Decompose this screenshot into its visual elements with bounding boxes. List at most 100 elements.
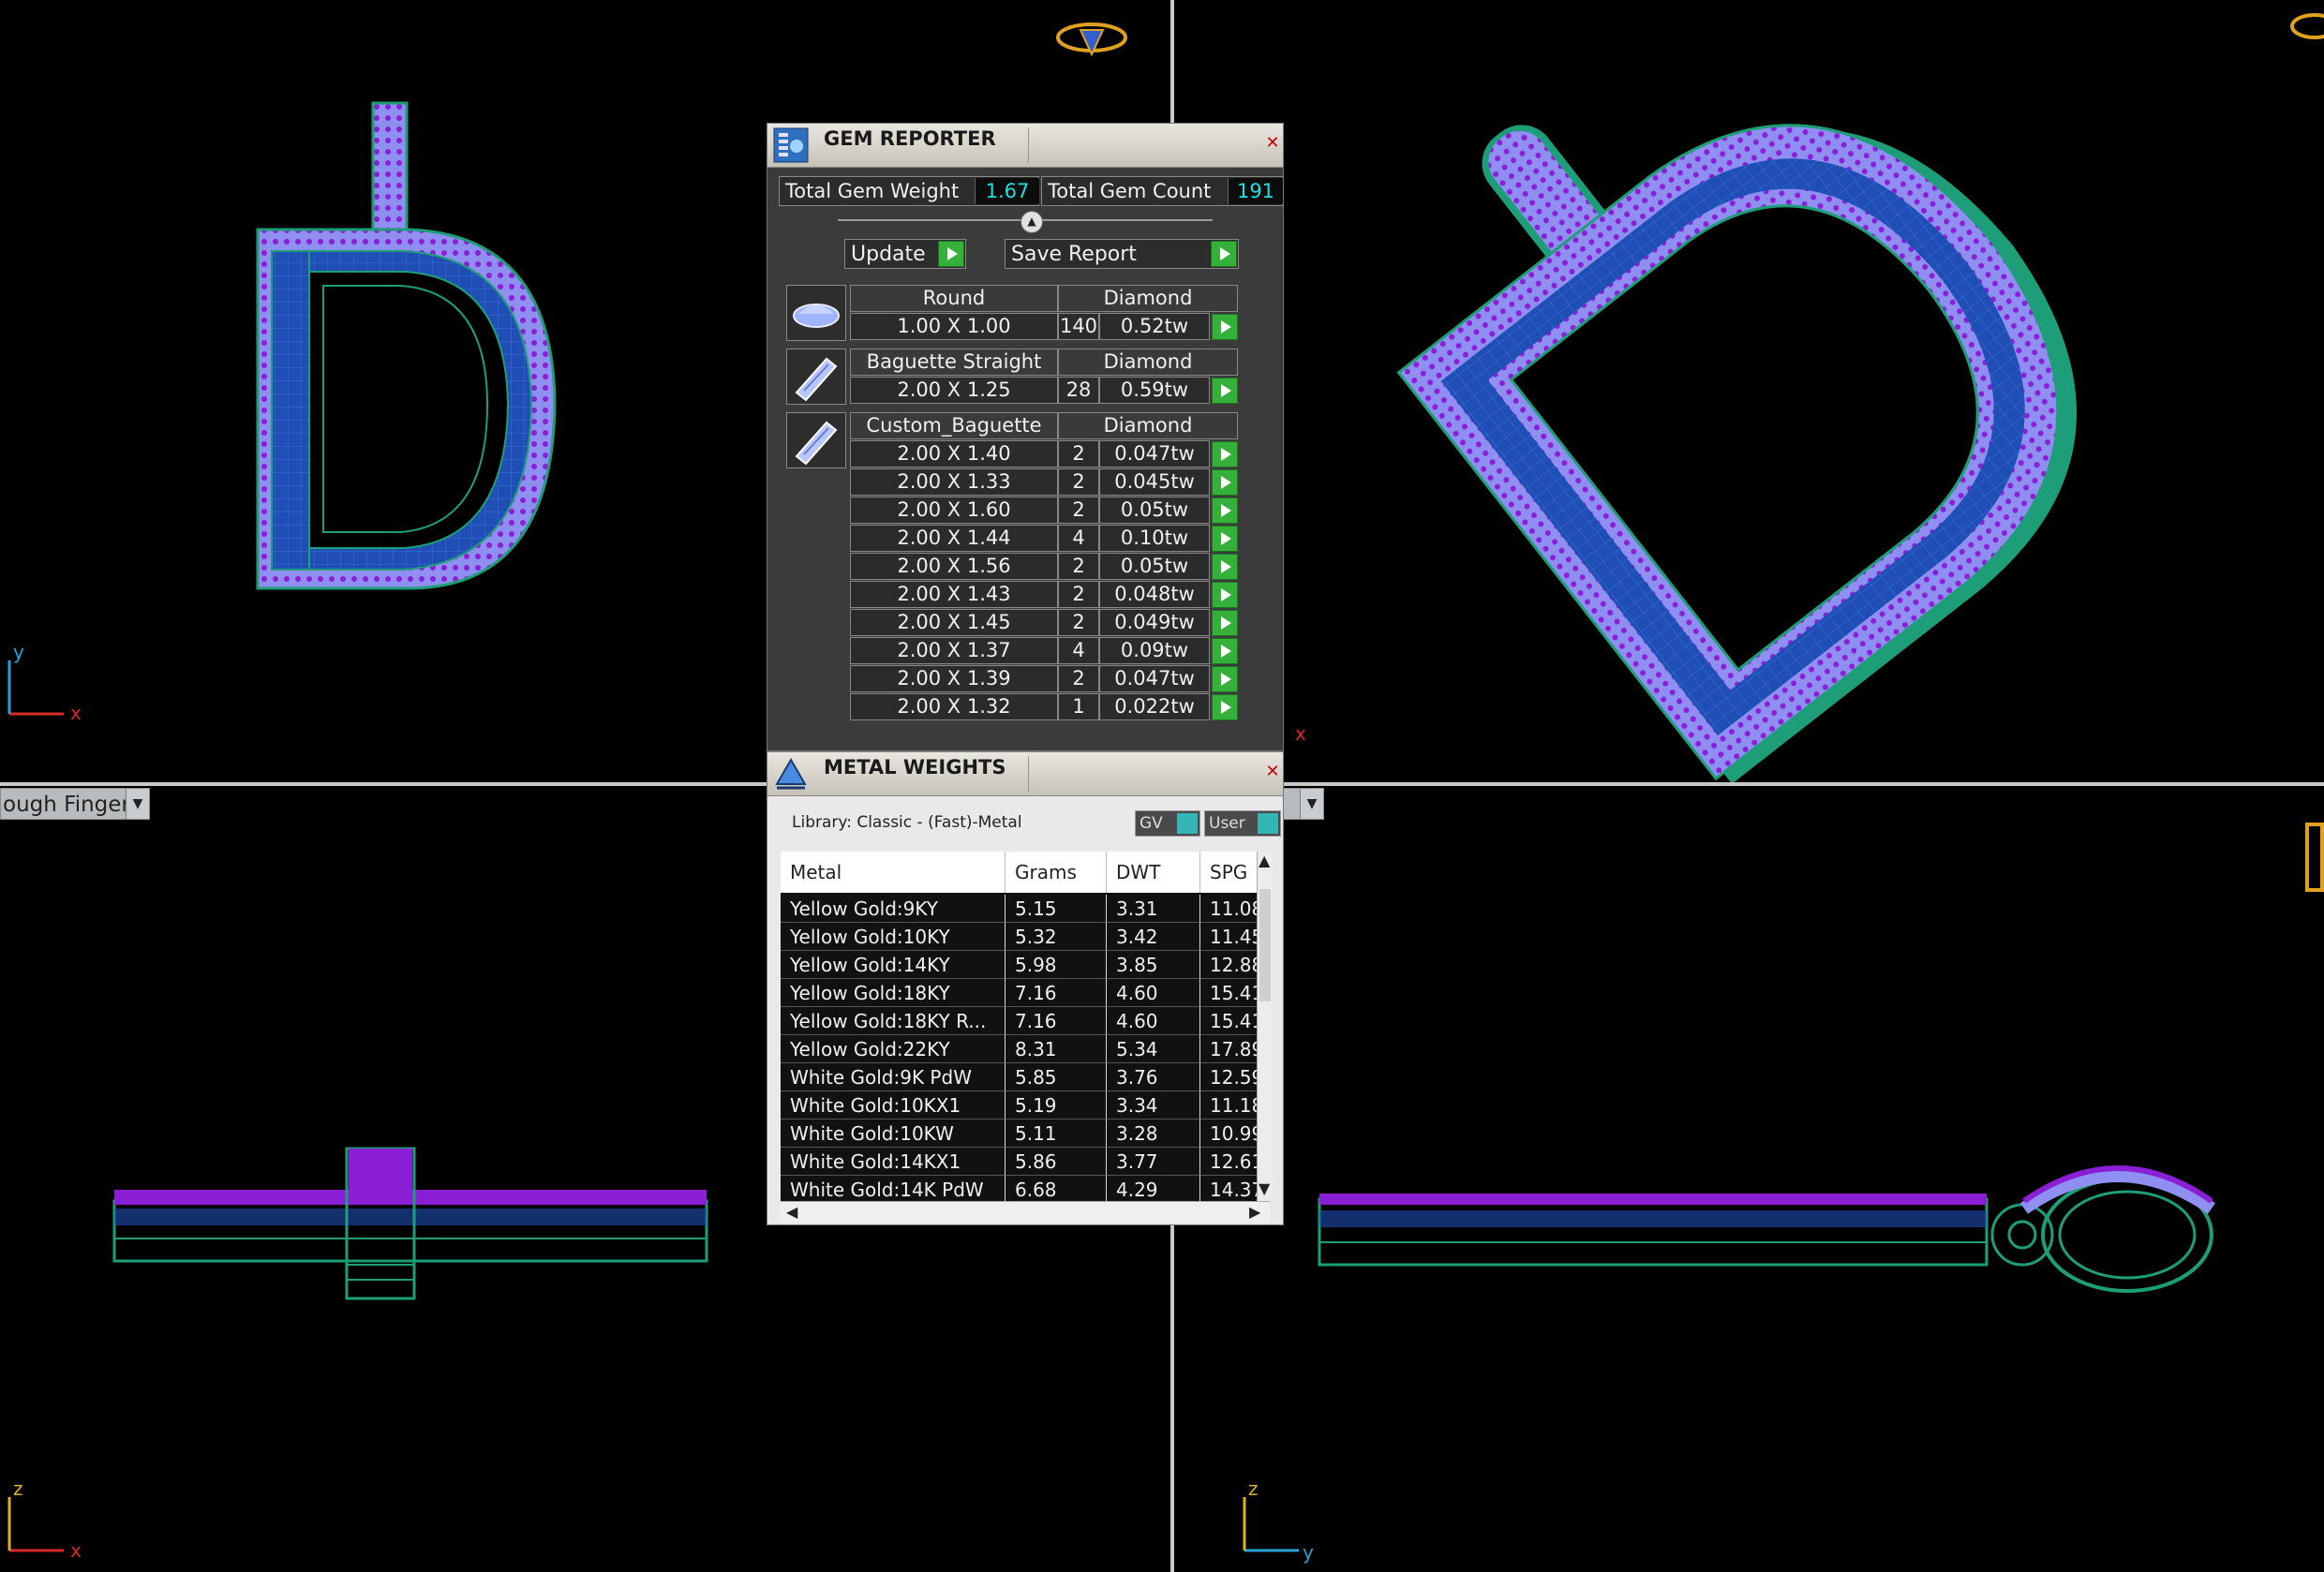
baguette-gem-icon[interactable] xyxy=(786,349,846,405)
gem-size: 2.00 X 1.25 xyxy=(850,377,1058,404)
table-cell: Yellow Gold:10KY xyxy=(781,923,1006,951)
table-row[interactable]: Yellow Gold:14KY 5.98 3.85 12.88 xyxy=(781,951,1270,979)
custom-baguette-gem-icon[interactable] xyxy=(786,412,846,468)
table-row[interactable]: White Gold:10KW 5.11 3.28 10.99 xyxy=(781,1120,1270,1148)
pendant-perspective-view xyxy=(1396,124,2078,784)
table-cell: 7.16 xyxy=(1006,1007,1107,1035)
play-icon[interactable] xyxy=(1212,694,1238,720)
gem-size: 2.00 X 1.40 xyxy=(850,440,1058,467)
play-icon[interactable] xyxy=(1212,497,1238,524)
play-icon[interactable] xyxy=(1211,241,1237,267)
play-icon[interactable] xyxy=(1212,666,1238,692)
play-icon[interactable] xyxy=(1212,526,1238,552)
table-cell: 5.19 xyxy=(1006,1091,1107,1120)
play-icon[interactable] xyxy=(1212,314,1238,340)
view-cube-icon xyxy=(1056,22,1127,57)
table-cell: 5.85 xyxy=(1006,1063,1107,1091)
gem-reporter-header[interactable]: GEM REPORTER ✕ xyxy=(767,124,1283,168)
table-row[interactable]: White Gold:14K PdW 6.68 4.29 14.37 xyxy=(781,1176,1270,1201)
round-gem-icon[interactable] xyxy=(786,285,846,341)
save-report-label: Save Report xyxy=(1011,243,1137,266)
table-cell: White Gold:14KX1 xyxy=(781,1148,1006,1176)
scroll-left-icon[interactable]: ◀ xyxy=(786,1203,797,1221)
gem-weight: 0.09tw xyxy=(1099,637,1210,664)
table-row[interactable]: Yellow Gold:18KY 7.16 4.60 15.41 xyxy=(781,979,1270,1007)
gem-count: 2 xyxy=(1058,497,1099,524)
info-icon xyxy=(1258,813,1278,834)
gem-count: 2 xyxy=(1058,609,1099,636)
table-cell: Yellow Gold:22KY xyxy=(781,1035,1006,1063)
table-cell: Yellow Gold:9KY xyxy=(781,895,1006,923)
gem-count: 140 xyxy=(1058,313,1099,340)
scroll-thumb[interactable] xyxy=(1259,889,1271,1001)
view-mode-dropdown-right[interactable]: ▼ xyxy=(1281,788,1324,820)
metal-weights-title: METAL WEIGHTS xyxy=(824,756,1006,779)
metal-weights-header[interactable]: METAL WEIGHTS ✕ xyxy=(767,752,1283,796)
column-header[interactable]: Metal xyxy=(781,852,1006,893)
column-header[interactable]: DWT xyxy=(1107,852,1200,893)
axis-z-label-br: z xyxy=(1248,1477,1259,1500)
gem-weight: 0.10tw xyxy=(1099,525,1210,552)
update-button[interactable]: Update xyxy=(844,239,966,269)
table-cell: 3.34 xyxy=(1107,1091,1200,1120)
gem-weight: 0.045tw xyxy=(1099,468,1210,496)
scroll-right-icon[interactable]: ▶ xyxy=(1249,1203,1260,1221)
update-label: Update xyxy=(851,243,926,266)
scroll-up-icon[interactable]: ▲ xyxy=(1259,852,1270,869)
gem-reporter-panel: GEM REPORTER ✕ Total Gem Weight 1.67 Tot… xyxy=(767,123,1284,751)
table-cell: 8.31 xyxy=(1006,1035,1107,1063)
table-row[interactable]: Yellow Gold:22KY 8.31 5.34 17.89 xyxy=(781,1035,1270,1063)
close-icon[interactable]: ✕ xyxy=(1264,133,1281,154)
table-row[interactable]: White Gold:10KX1 5.19 3.34 11.18 xyxy=(781,1091,1270,1120)
close-icon[interactable]: ✕ xyxy=(1264,762,1281,782)
table-cell: 3.31 xyxy=(1107,895,1200,923)
horizontal-scrollbar[interactable]: ◀ ▶ xyxy=(781,1201,1270,1223)
table-row[interactable]: Yellow Gold:18KY R... 7.16 4.60 15.41 xyxy=(781,1007,1270,1035)
table-row[interactable]: Yellow Gold:10KY 5.32 3.42 11.45 xyxy=(781,923,1270,951)
table-row[interactable]: White Gold:9K PdW 5.85 3.76 12.59 xyxy=(781,1063,1270,1091)
table-row[interactable]: Yellow Gold:9KY 5.15 3.31 11.08 xyxy=(781,895,1270,923)
collapse-toggle[interactable]: ▲ xyxy=(1020,211,1043,233)
play-icon[interactable] xyxy=(1212,582,1238,608)
gem-reporter-title: GEM REPORTER xyxy=(824,127,996,150)
table-cell: 7.16 xyxy=(1006,979,1107,1007)
column-header[interactable]: Grams xyxy=(1006,852,1107,893)
axis-gizmo-bottom-right: y z xyxy=(1243,1477,1314,1564)
table-header: Metal Grams DWT SPG xyxy=(781,852,1270,893)
chevron-down-icon[interactable]: ▼ xyxy=(126,789,149,819)
play-icon[interactable] xyxy=(1212,610,1238,636)
header-separator xyxy=(1028,756,1029,792)
table-row[interactable]: White Gold:14KX1 5.86 3.77 12.61 xyxy=(781,1148,1270,1176)
gem-size: 2.00 X 1.39 xyxy=(850,665,1058,692)
axis-gizmo-top-left: x y xyxy=(7,641,82,724)
axis-x-label-bl: x xyxy=(70,1539,82,1562)
table-cell: 5.34 xyxy=(1107,1035,1200,1063)
play-icon[interactable] xyxy=(1212,554,1238,580)
play-icon[interactable] xyxy=(1212,378,1238,404)
gem-shape: Custom_Baguette xyxy=(850,412,1058,439)
view-mode-dropdown[interactable]: ough Finger ▼ xyxy=(0,788,150,820)
gem-size: 2.00 X 1.45 xyxy=(850,609,1058,636)
table-cell: 3.42 xyxy=(1107,923,1200,951)
gem-size: 2.00 X 1.56 xyxy=(850,553,1058,580)
metal-weights-table: Metal Grams DWT SPG Yellow Gold:9KY 5.15 3.31… xyxy=(781,852,1270,1201)
user-button[interactable]: User xyxy=(1204,810,1281,837)
table-cell: 5.11 xyxy=(1006,1120,1107,1148)
chevron-down-icon[interactable]: ▼ xyxy=(1300,789,1323,819)
total-gem-weight-label: Total Gem Weight xyxy=(785,180,960,202)
play-icon[interactable] xyxy=(938,241,964,267)
gem-weight: 0.05tw xyxy=(1099,497,1210,524)
gem-weight: 0.022tw xyxy=(1099,693,1210,720)
scroll-down-icon[interactable]: ▼ xyxy=(1259,1179,1270,1197)
table-cell: 4.29 xyxy=(1107,1176,1200,1201)
view-mode-value: ough Finger xyxy=(3,793,130,817)
play-icon[interactable] xyxy=(1212,441,1238,467)
gv-button[interactable]: GV xyxy=(1135,810,1200,837)
gem-count: 2 xyxy=(1058,440,1099,467)
vertical-scrollbar[interactable]: ▲ ▼ xyxy=(1257,852,1273,1201)
table-cell: 5.15 xyxy=(1006,895,1107,923)
gem-group: Baguette Straight Diamond 2.00 X 1.25 28 0.5… xyxy=(786,349,1274,405)
play-icon[interactable] xyxy=(1212,469,1238,496)
play-icon[interactable] xyxy=(1212,638,1238,664)
save-report-button[interactable]: Save Report xyxy=(1005,239,1239,269)
